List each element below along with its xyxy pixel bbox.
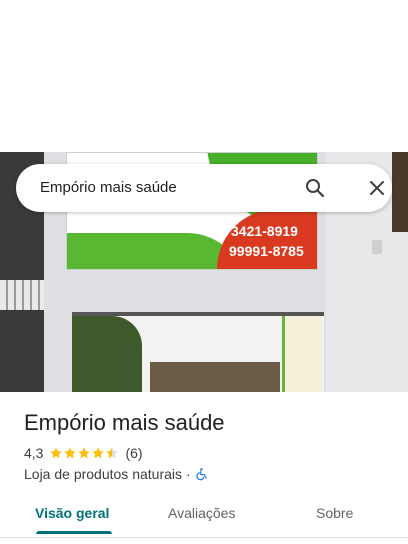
photo-edge <box>392 152 408 232</box>
photo-awning <box>0 280 44 310</box>
place-category: Loja de produtos naturais <box>24 466 182 482</box>
star-icon <box>78 447 91 459</box>
category-row: Loja de produtos naturais · <box>24 465 209 483</box>
close-icon[interactable] <box>365 176 389 200</box>
category-separator: · <box>186 466 191 482</box>
sign-phone-2: 99991-8785 <box>229 243 304 259</box>
rating-stars <box>49 446 119 460</box>
active-tab-indicator <box>36 531 112 534</box>
search-bar[interactable]: Empório mais saúde <box>16 164 392 212</box>
rating-value: 4,3 <box>24 445 44 461</box>
tab-reviews[interactable]: Avaliações <box>168 505 235 521</box>
star-icon <box>50 447 63 459</box>
search-input[interactable]: Empório mais saúde <box>40 179 177 196</box>
photo-plants <box>72 316 142 392</box>
search-icon[interactable] <box>303 176 327 200</box>
place-title: Empório mais saúde <box>24 410 225 435</box>
tabs-divider <box>0 537 408 538</box>
rating-row[interactable]: 4,3 (6) <box>24 445 143 461</box>
star-icon <box>64 447 77 459</box>
star-icon <box>92 447 105 459</box>
photo-counter <box>150 362 280 392</box>
star-half-icon <box>106 447 119 459</box>
sign-red-panel <box>217 209 317 269</box>
review-count[interactable]: (6) <box>125 445 142 461</box>
photo-banner <box>282 316 322 392</box>
sign-phone-1: 3421-8919 <box>231 223 298 239</box>
tab-overview[interactable]: Visão geral <box>35 505 109 521</box>
place-tabs: Visão geral Avaliações Sobre <box>0 497 408 537</box>
wheelchair-icon <box>196 468 207 481</box>
tab-about[interactable]: Sobre <box>316 505 353 521</box>
photo-lamp <box>372 240 382 254</box>
